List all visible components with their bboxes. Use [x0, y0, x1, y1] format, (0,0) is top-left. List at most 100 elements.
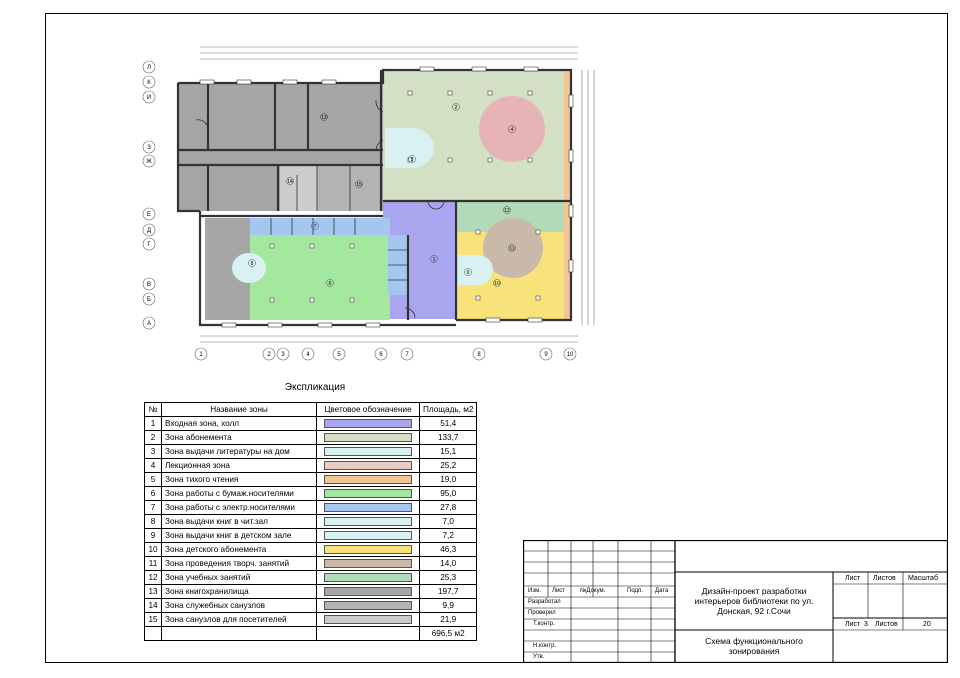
- svg-text:13: 13: [321, 115, 327, 121]
- svg-text:12: 12: [504, 208, 510, 214]
- svg-text:11: 11: [509, 246, 514, 252]
- svg-text:Ж: Ж: [146, 159, 152, 165]
- zone-number: 2: [144, 430, 162, 445]
- svg-text:Е: Е: [147, 212, 151, 218]
- svg-text:8: 8: [251, 261, 254, 267]
- zone-13-storage-left: [178, 160, 278, 211]
- explication-row: 6 Зона работы с бумаж.носителями 95,0: [144, 486, 478, 501]
- explication-row: 1 Входная зона, холл 51,4: [144, 416, 478, 431]
- color-swatch: [324, 419, 412, 428]
- stamp-listov-label: Листов: [875, 621, 898, 628]
- zone-area: 51,4: [418, 416, 478, 431]
- zone-name: Зона служебных санузлов: [161, 598, 317, 613]
- floor-plan: 2 3 4 6 7 8 9 10 11 12 13 14 15 1 Л К И …: [142, 46, 595, 361]
- zone-name: Зона работы с бумаж.носителями: [161, 486, 317, 501]
- zone-color-cell: [316, 528, 420, 543]
- zone-14-wc-staff: [317, 165, 381, 211]
- row-axes: Л К И З Ж Е Д Г В Б А: [142, 60, 156, 330]
- header-zone-name: Название зоны: [161, 402, 317, 417]
- zone-color-cell: [316, 584, 420, 599]
- svg-text:10: 10: [567, 352, 574, 358]
- stamp-proveril: Проверил: [528, 610, 556, 616]
- stamp-nkontr: Н.контр.: [533, 643, 557, 649]
- explication-row: 2 Зона абонемента 133,7: [144, 430, 478, 445]
- svg-text:А: А: [147, 321, 151, 327]
- stamp-utv: Утв.: [533, 654, 545, 660]
- explication-rows: 1 Входная зона, холл 51,4 2 Зона абонемента 1…: [144, 416, 478, 627]
- explication-table: № Название зоны Цветовое обозначение Пло…: [144, 402, 478, 641]
- stamp-list-value: 3: [864, 621, 868, 628]
- explication-row: 15 Зона санузлов для посетителей 21,9: [144, 612, 478, 627]
- color-swatch: [324, 531, 412, 540]
- explication-row: 12 Зона учебных занятий 25,3: [144, 570, 478, 585]
- color-swatch: [324, 489, 412, 498]
- header-area: Площадь, м2: [418, 402, 478, 417]
- svg-text:10: 10: [494, 281, 500, 287]
- svg-text:14: 14: [287, 179, 293, 185]
- zone-number: 1: [144, 416, 162, 431]
- zone-number: 11: [144, 556, 162, 571]
- zone-color-cell: [316, 444, 420, 459]
- svg-text:6: 6: [329, 281, 332, 287]
- zone-name: Зона проведения творч. занятий: [161, 556, 317, 571]
- total-empty-2: [161, 626, 317, 641]
- zone-area: 133,7: [418, 430, 478, 445]
- zone-area: 95,0: [418, 486, 478, 501]
- stamp-tkontr: Т.контр.: [533, 621, 555, 627]
- zone-number: 9: [144, 528, 162, 543]
- explication-row: 13 Зона книгохранилища 197,7: [144, 584, 478, 599]
- color-swatch: [324, 447, 412, 456]
- column-axes: 1 2 3 4 5 6 7 8 9 10: [194, 347, 577, 361]
- zone-area: 7,2: [418, 528, 478, 543]
- zone-number: 4: [144, 458, 162, 473]
- stamp-listov-value: 20: [923, 621, 931, 628]
- stamp-header-listov: Листов: [873, 575, 896, 582]
- zone-area: 27,8: [418, 500, 478, 515]
- svg-text:В: В: [147, 282, 151, 288]
- explication-row: 4 Лекционная зона 25,2: [144, 458, 478, 473]
- stamp-podp: Подп.: [627, 588, 643, 594]
- zone-area: 15,1: [418, 444, 478, 459]
- zone-name: Зона выдачи книг в детском зале: [161, 528, 317, 543]
- stamp-header-masshtab: Масштаб: [908, 575, 938, 582]
- color-swatch: [324, 503, 412, 512]
- stamp-list: Лист: [552, 588, 566, 594]
- svg-text:2: 2: [455, 105, 458, 111]
- svg-text:З: З: [147, 145, 151, 151]
- color-swatch: [324, 573, 412, 582]
- explication-row: 11 Зона проведения творч. занятий 14,0: [144, 556, 478, 571]
- zone-name: Зона абонемента: [161, 430, 317, 445]
- explication-title: Экспликация: [284, 382, 346, 393]
- zone-number: 5: [144, 472, 162, 487]
- explication-row: 9 Зона выдачи книг в детском зале 7,2: [144, 528, 478, 543]
- zone-color-cell: [316, 570, 420, 585]
- total-empty-3: [316, 626, 420, 641]
- svg-text:Б: Б: [147, 297, 151, 303]
- zone-area: 9,9: [418, 598, 478, 613]
- zone-color-cell: [316, 472, 420, 487]
- svg-text:И: И: [147, 95, 151, 101]
- svg-text:9: 9: [467, 270, 470, 276]
- project-title: Дизайн-проект разработки интерьеров библ…: [694, 586, 814, 616]
- stamp-razrabotal: Разработал: [528, 599, 561, 605]
- zone-name: Зона тихого чтения: [161, 472, 317, 487]
- zone-name: Лекционная зона: [161, 458, 317, 473]
- header-color: Цветовое обозначение: [316, 402, 420, 417]
- zone-color-cell: [316, 556, 420, 571]
- svg-text:3: 3: [411, 157, 414, 163]
- stamp-izm: Изм.: [528, 588, 541, 594]
- zone-number: 14: [144, 598, 162, 613]
- svg-text:Л: Л: [147, 65, 151, 71]
- zone-9-issue-kids: [458, 255, 493, 285]
- zone-number: 15: [144, 612, 162, 627]
- zone-name: Зона работы с электр.носителями: [161, 500, 317, 515]
- explication-row: 10 Зона детского абонемента 46,3: [144, 542, 478, 557]
- explication-row: 8 Зона выдачи книг в чит.зал 7,0: [144, 514, 478, 529]
- zone-number: 12: [144, 570, 162, 585]
- zone-name: Зона выдачи книг в чит.зал: [161, 514, 317, 529]
- svg-text:4: 4: [511, 127, 514, 133]
- zone-color-cell: [316, 416, 420, 431]
- zone-area: 46,3: [418, 542, 478, 557]
- explication-row: 7 Зона работы с электр.носителями 27,8: [144, 500, 478, 515]
- zone-number: 13: [144, 584, 162, 599]
